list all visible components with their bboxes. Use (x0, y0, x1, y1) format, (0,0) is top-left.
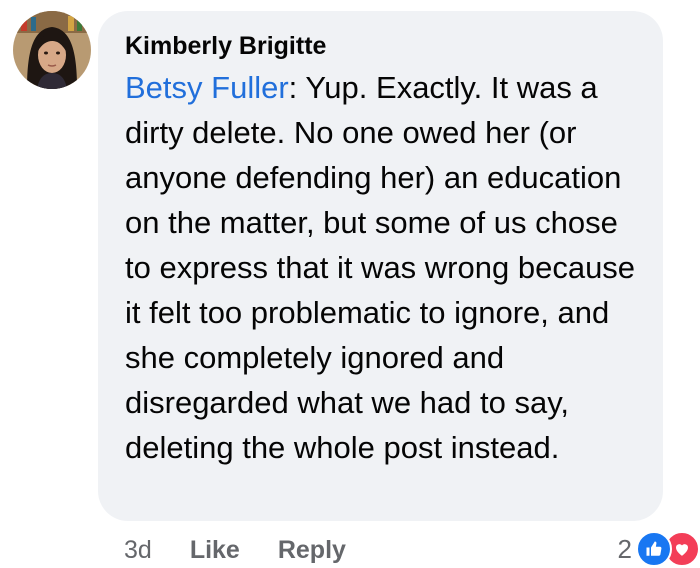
comment-author[interactable]: Kimberly Brigitte (125, 31, 643, 61)
reaction-summary[interactable]: 2 (618, 530, 700, 568)
like-button[interactable]: Like (190, 536, 240, 565)
comment-timestamp[interactable]: 3d (124, 536, 152, 565)
profile-photo (13, 11, 91, 89)
comment-text: Betsy Fuller: Yup. Exactly. It was a dir… (125, 65, 640, 470)
comment-actions: 3d Like Reply (124, 532, 384, 568)
reaction-count: 2 (617, 533, 632, 564)
reply-button[interactable]: Reply (278, 536, 346, 565)
like-icon (636, 531, 672, 567)
avatar[interactable] (13, 11, 91, 89)
comment-bubble: Kimberly Brigitte Betsy Fuller: Yup. Exa… (98, 11, 663, 521)
comment-body-text: : Yup. Exactly. It was a dirty delete. N… (125, 70, 636, 465)
mention-link[interactable]: Betsy Fuller (125, 70, 289, 105)
